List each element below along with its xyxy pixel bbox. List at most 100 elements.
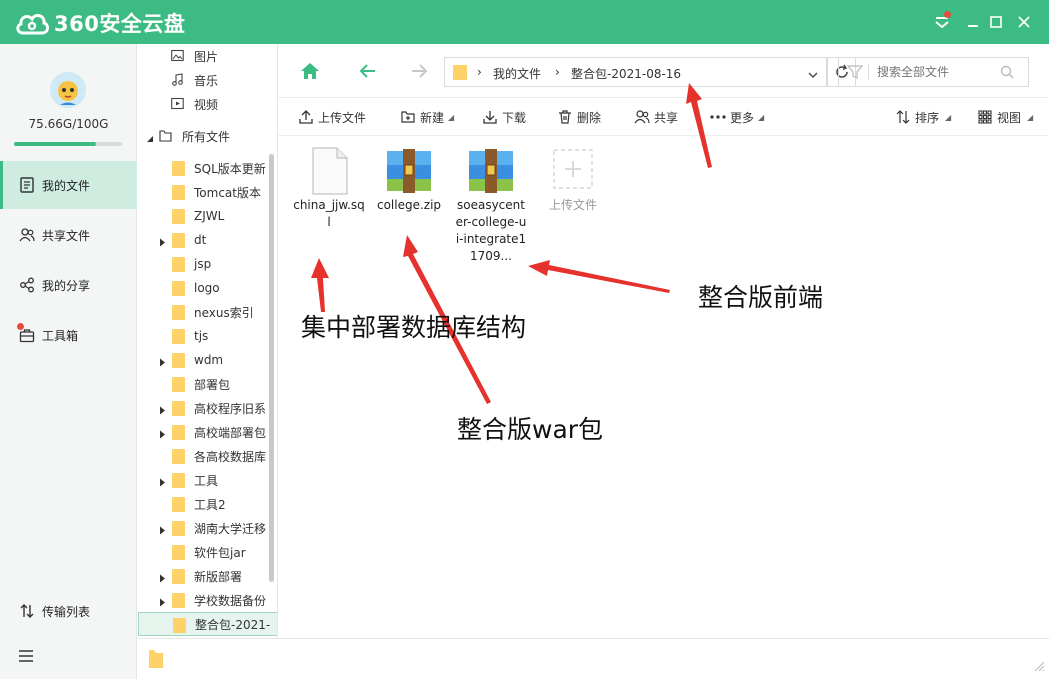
tree-item-label: 新版部署 <box>194 569 243 584</box>
tree-item-label: 各高校数据库 <box>194 449 267 464</box>
tree-item-label: 高校程序旧系 <box>194 401 267 416</box>
tree-item-folder[interactable]: logo <box>138 276 277 300</box>
tree-item-folder[interactable]: Tomcat版本 <box>138 180 277 204</box>
people-icon <box>18 226 36 244</box>
tree-item-folder[interactable]: 整合包-2021- <box>138 612 277 636</box>
share-icon <box>18 276 36 294</box>
download-icon <box>482 109 498 125</box>
avatar[interactable] <box>50 72 86 108</box>
upload-tile[interactable]: 上传文件 <box>537 147 609 214</box>
filter-icon[interactable] <box>846 64 864 83</box>
file-item[interactable]: china_jjw.sql <box>293 147 365 231</box>
sort-button[interactable]: 排序 ◢ <box>895 107 951 127</box>
nav-transfer-list[interactable]: 传输列表 <box>0 587 137 635</box>
toolbox-icon <box>17 323 36 344</box>
menu-icon[interactable] <box>932 11 952 32</box>
folder-icon <box>172 161 185 176</box>
folder-icon <box>172 545 185 560</box>
title-bar: 360安全云盘 <box>0 0 1049 44</box>
home-icon[interactable] <box>300 61 320 81</box>
tree-root-all-files[interactable]: 所有文件 <box>138 124 277 148</box>
tree-item-folder[interactable]: nexus索引 <box>138 300 277 324</box>
search-input[interactable] <box>877 63 997 81</box>
tree-item-folder[interactable]: 部署包 <box>138 372 277 396</box>
delete-button[interactable]: 删除 <box>557 107 601 127</box>
folder-icon <box>172 281 185 296</box>
tree-item-folder[interactable]: 高校端部署包 <box>138 420 277 444</box>
tree-item-folder[interactable]: dt <box>138 228 277 252</box>
tree-scrollbar[interactable] <box>269 154 274 582</box>
nav-my-shares[interactable]: 我的分享 <box>0 261 137 309</box>
back-icon[interactable] <box>358 61 378 81</box>
folder-icon <box>172 497 185 512</box>
tree-item-label: 湖南大学迁移 <box>194 521 267 536</box>
expand-arrow-icon[interactable] <box>159 596 166 610</box>
expand-arrow-icon[interactable] <box>159 476 166 490</box>
file-item[interactable]: college.zip <box>373 147 445 214</box>
share-button[interactable]: 共享 <box>634 107 678 127</box>
folder-icon <box>172 401 185 416</box>
tree-item-videos[interactable]: 视频 <box>138 92 277 116</box>
tree-item-folder[interactable]: 各高校数据库 <box>138 444 277 468</box>
maximize-icon[interactable] <box>986 12 1006 32</box>
minimize-icon[interactable] <box>963 12 983 32</box>
tree-item-folder[interactable]: 新版部署 <box>138 564 277 588</box>
nav-label: 我的分享 <box>42 278 91 293</box>
close-icon[interactable] <box>1014 12 1034 32</box>
dropdown-corner-icon: ◢ <box>945 112 952 122</box>
download-button[interactable]: 下载 <box>482 107 526 127</box>
forward-icon[interactable] <box>409 61 429 81</box>
new-button[interactable]: 新建 ◢ <box>400 107 454 127</box>
nav-label: 共享文件 <box>42 228 91 243</box>
tree-item-folder[interactable]: 工具 <box>138 468 277 492</box>
folder-icon <box>172 521 185 536</box>
breadcrumb[interactable]: › 我的文件 › 整合包-2021-08-16 <box>444 57 827 87</box>
chevron-down-icon[interactable] <box>808 68 818 82</box>
folder-icon <box>172 233 185 248</box>
expand-arrow-icon[interactable] <box>159 404 166 418</box>
folder-icon <box>172 305 185 320</box>
folder-icon <box>172 329 185 344</box>
expand-arrow-icon[interactable] <box>159 236 166 250</box>
hamburger-icon[interactable] <box>0 632 137 679</box>
tree-item-folder[interactable]: wdm <box>138 348 277 372</box>
tree-item-label: 工具 <box>194 473 219 488</box>
nav-label: 传输列表 <box>42 604 91 619</box>
document-icon <box>303 147 355 195</box>
tree-item-images[interactable]: 图片 <box>138 44 277 68</box>
upload-button[interactable]: 上传文件 <box>298 107 366 127</box>
archive-icon <box>383 147 435 195</box>
expand-arrow-icon[interactable] <box>159 356 166 370</box>
app-logo: 360安全云盘 <box>14 8 185 38</box>
nav-shared-files[interactable]: 共享文件 <box>0 211 137 259</box>
expand-arrow-icon[interactable] <box>159 428 166 442</box>
collapse-arrow-icon[interactable] <box>146 132 154 146</box>
resize-grip-icon[interactable] <box>1033 660 1045 675</box>
tree-item-folder[interactable]: 高校程序旧系 <box>138 396 277 420</box>
tree-item-folder[interactable]: 湖南大学迁移 <box>138 516 277 540</box>
tree-item-folder[interactable]: tjs <box>138 324 277 348</box>
annotation-frontend: 整合版前端 <box>698 283 824 312</box>
breadcrumb-item[interactable]: 我的文件 <box>493 65 541 82</box>
expand-arrow-icon[interactable] <box>159 524 166 538</box>
tree-item-folder[interactable]: 学校数据备份 <box>138 588 277 612</box>
folder-icon <box>172 569 185 584</box>
tree-item-folder[interactable]: 软件包jar <box>138 540 277 564</box>
expand-arrow-icon[interactable] <box>159 572 166 586</box>
view-button[interactable]: 视图 ◢ <box>977 107 1033 127</box>
file-item[interactable]: soeasycenter-college-ui-integrate11709..… <box>455 147 527 265</box>
tree-item-music[interactable]: 音乐 <box>138 68 277 92</box>
tree-item-label: SQL版本更新 <box>194 161 266 176</box>
archive-icon <box>465 147 517 195</box>
tree-item-folder[interactable]: SQL版本更新 <box>138 156 277 180</box>
tree-item-folder[interactable]: 工具2 <box>138 492 277 516</box>
breadcrumb-item[interactable]: 整合包-2021-08-16 <box>571 65 681 82</box>
people-icon <box>634 109 650 125</box>
tree-item-folder[interactable]: ZJWL <box>138 204 277 228</box>
nav-my-files[interactable]: 我的文件 <box>0 161 137 209</box>
search-icon[interactable] <box>1000 65 1014 82</box>
tree-item-label: nexus索引 <box>194 305 254 320</box>
more-button[interactable]: 更多 ◢ <box>710 107 764 127</box>
tree-item-folder[interactable]: jsp <box>138 252 277 276</box>
nav-toolbox[interactable]: 工具箱 <box>0 311 137 359</box>
